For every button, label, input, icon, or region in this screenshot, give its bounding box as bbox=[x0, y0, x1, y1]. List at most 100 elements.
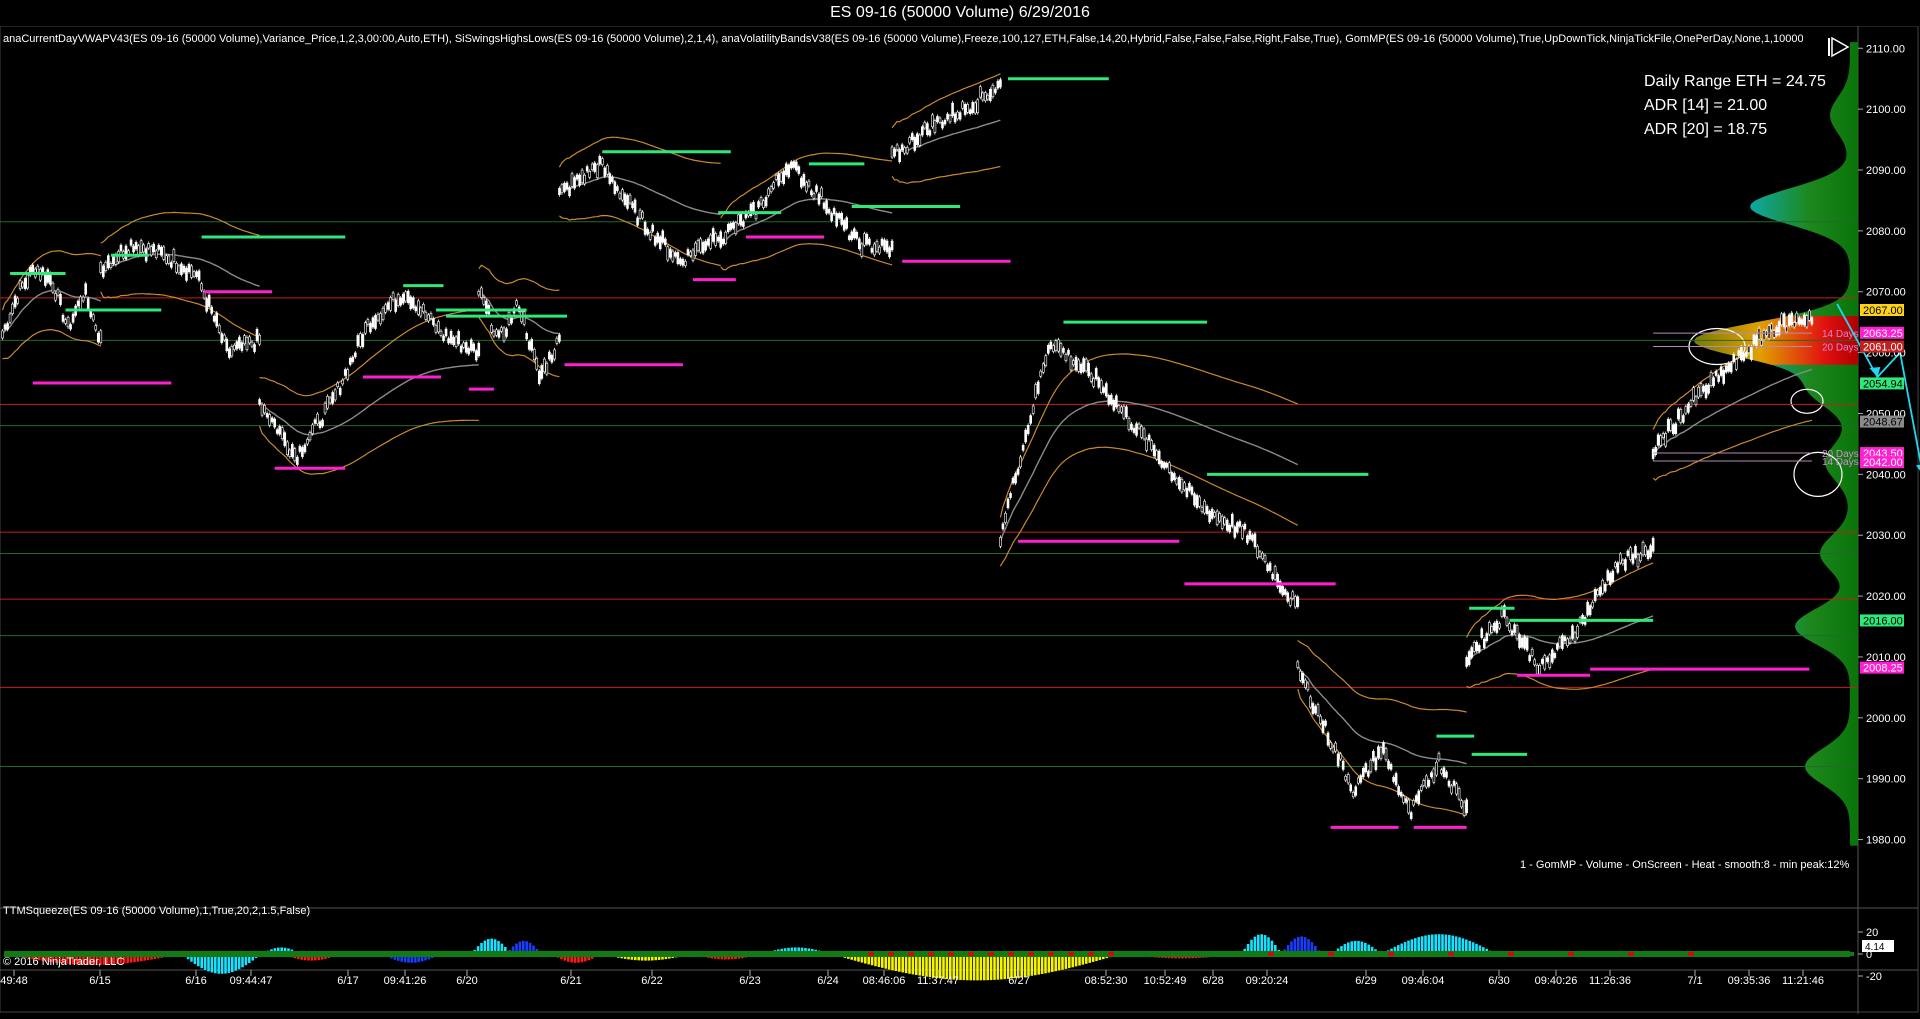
price-bar bbox=[1306, 682, 1310, 691]
price-bar bbox=[827, 209, 831, 214]
price-bar bbox=[633, 199, 637, 213]
price-bar bbox=[248, 336, 251, 344]
price-marker-label-2: 2061.00 bbox=[1863, 342, 1903, 354]
price-bar bbox=[1523, 636, 1526, 649]
price-bar bbox=[575, 174, 579, 180]
price-bar bbox=[124, 245, 128, 260]
price-bar bbox=[873, 243, 876, 256]
price-bar bbox=[1094, 368, 1098, 380]
squeeze-dot bbox=[1548, 952, 1554, 956]
price-bar bbox=[837, 213, 841, 219]
price-bar bbox=[590, 163, 594, 170]
price-bar bbox=[59, 294, 62, 305]
price-bar bbox=[1064, 354, 1068, 361]
price-bar bbox=[1790, 312, 1794, 325]
price-bar bbox=[817, 193, 821, 205]
price-bar bbox=[1568, 637, 1572, 644]
price-bar bbox=[1702, 386, 1705, 392]
price-bar bbox=[1049, 341, 1053, 349]
price-bar bbox=[399, 297, 402, 306]
price-bar bbox=[1664, 433, 1668, 447]
price-bar bbox=[608, 173, 612, 184]
price-bar bbox=[1482, 638, 1486, 648]
price-bar bbox=[1629, 547, 1632, 560]
price-bar bbox=[56, 289, 60, 296]
squeeze-dot bbox=[268, 952, 274, 956]
squeeze-dot bbox=[488, 952, 494, 956]
squeeze-dot bbox=[1188, 952, 1194, 956]
price-bar bbox=[308, 432, 312, 441]
price-bar bbox=[789, 161, 793, 169]
squeeze-dot bbox=[168, 952, 174, 956]
price-bar bbox=[270, 417, 274, 423]
price-bar bbox=[1785, 326, 1788, 333]
price-bar bbox=[1246, 535, 1249, 544]
price-bar bbox=[1288, 598, 1292, 606]
price-bar bbox=[1195, 495, 1199, 508]
upper-band bbox=[1297, 639, 1467, 713]
price-bar bbox=[737, 214, 740, 225]
price-bar bbox=[800, 177, 803, 188]
price-bar bbox=[280, 427, 284, 440]
price-bar bbox=[1651, 448, 1655, 459]
price-bar bbox=[996, 80, 1000, 89]
price-bar bbox=[1755, 335, 1758, 347]
price-bar bbox=[641, 211, 644, 219]
price-bar bbox=[684, 261, 687, 267]
price-bar bbox=[31, 264, 35, 274]
price-bar bbox=[797, 166, 801, 174]
adr20-label: ADR [20] = 18.75 bbox=[1644, 121, 1768, 138]
price-bar bbox=[354, 352, 357, 358]
price-bar bbox=[1218, 513, 1221, 522]
price-bar bbox=[112, 255, 115, 265]
price-bar bbox=[1808, 310, 1811, 321]
squeeze-dot bbox=[1628, 952, 1634, 956]
price-bar bbox=[1404, 798, 1408, 803]
price-bar bbox=[1656, 434, 1660, 446]
price-bar bbox=[76, 300, 80, 307]
price-bar bbox=[278, 426, 282, 435]
price-bar bbox=[1160, 461, 1164, 468]
price-bar bbox=[1548, 654, 1552, 669]
price-bar bbox=[1475, 641, 1479, 652]
price-bar bbox=[1316, 704, 1320, 716]
price-bar bbox=[716, 236, 720, 242]
price-bar bbox=[724, 231, 728, 244]
lower-band bbox=[1466, 668, 1654, 690]
price-bar bbox=[1762, 330, 1766, 341]
price-bar bbox=[21, 282, 24, 288]
price-bar bbox=[1339, 753, 1342, 760]
price-bar bbox=[1714, 370, 1718, 376]
price-bar bbox=[215, 312, 219, 327]
price-bar bbox=[1364, 763, 1368, 773]
price-bar bbox=[1193, 493, 1196, 506]
squeeze-dot bbox=[1528, 952, 1534, 956]
price-bar bbox=[1185, 488, 1189, 498]
price-bar bbox=[1117, 405, 1121, 413]
price-bar bbox=[1558, 637, 1562, 648]
price-bar bbox=[1603, 583, 1607, 592]
price-bar bbox=[1, 330, 4, 339]
y-tick-label: 1980.00 bbox=[1866, 835, 1906, 847]
price-bar bbox=[1334, 742, 1337, 752]
price-bar bbox=[1147, 434, 1151, 441]
price-bar bbox=[570, 173, 574, 187]
price-bar bbox=[361, 334, 365, 348]
price-bar bbox=[1435, 761, 1438, 776]
price-bar bbox=[253, 344, 256, 352]
price-bar bbox=[540, 365, 544, 379]
price-bar bbox=[1145, 438, 1148, 451]
price-bar bbox=[1210, 508, 1214, 519]
squeeze-bar bbox=[1027, 954, 1030, 977]
price-bar bbox=[1155, 450, 1158, 460]
price-bar bbox=[46, 269, 50, 283]
price-bar bbox=[1573, 632, 1577, 642]
price-bar bbox=[1394, 773, 1398, 786]
price-bar bbox=[175, 263, 178, 273]
price-bar bbox=[1722, 370, 1725, 384]
price-bar bbox=[1646, 550, 1650, 560]
pause-play-icon[interactable] bbox=[1826, 36, 1850, 58]
squeeze-dot bbox=[448, 952, 454, 956]
price-bar bbox=[936, 116, 939, 123]
price-bar bbox=[1588, 605, 1592, 616]
